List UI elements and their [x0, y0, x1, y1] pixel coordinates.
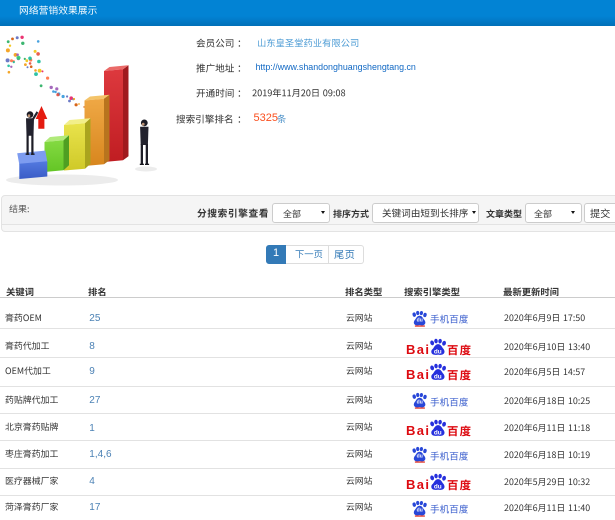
svg-text:Bai: Bai — [406, 367, 430, 382]
svg-text:Bai: Bai — [406, 342, 430, 357]
svg-text:du: du — [417, 454, 423, 460]
svg-text:du: du — [434, 349, 442, 356]
svg-text:Bai: Bai — [406, 477, 430, 492]
svg-text:du: du — [417, 318, 423, 324]
svg-text:du: du — [434, 374, 442, 381]
svg-text:du: du — [417, 507, 423, 513]
svg-text:du: du — [417, 400, 423, 406]
svg-text:du: du — [434, 430, 442, 437]
svg-text:du: du — [434, 484, 442, 491]
svg-text:Bai: Bai — [406, 423, 430, 438]
